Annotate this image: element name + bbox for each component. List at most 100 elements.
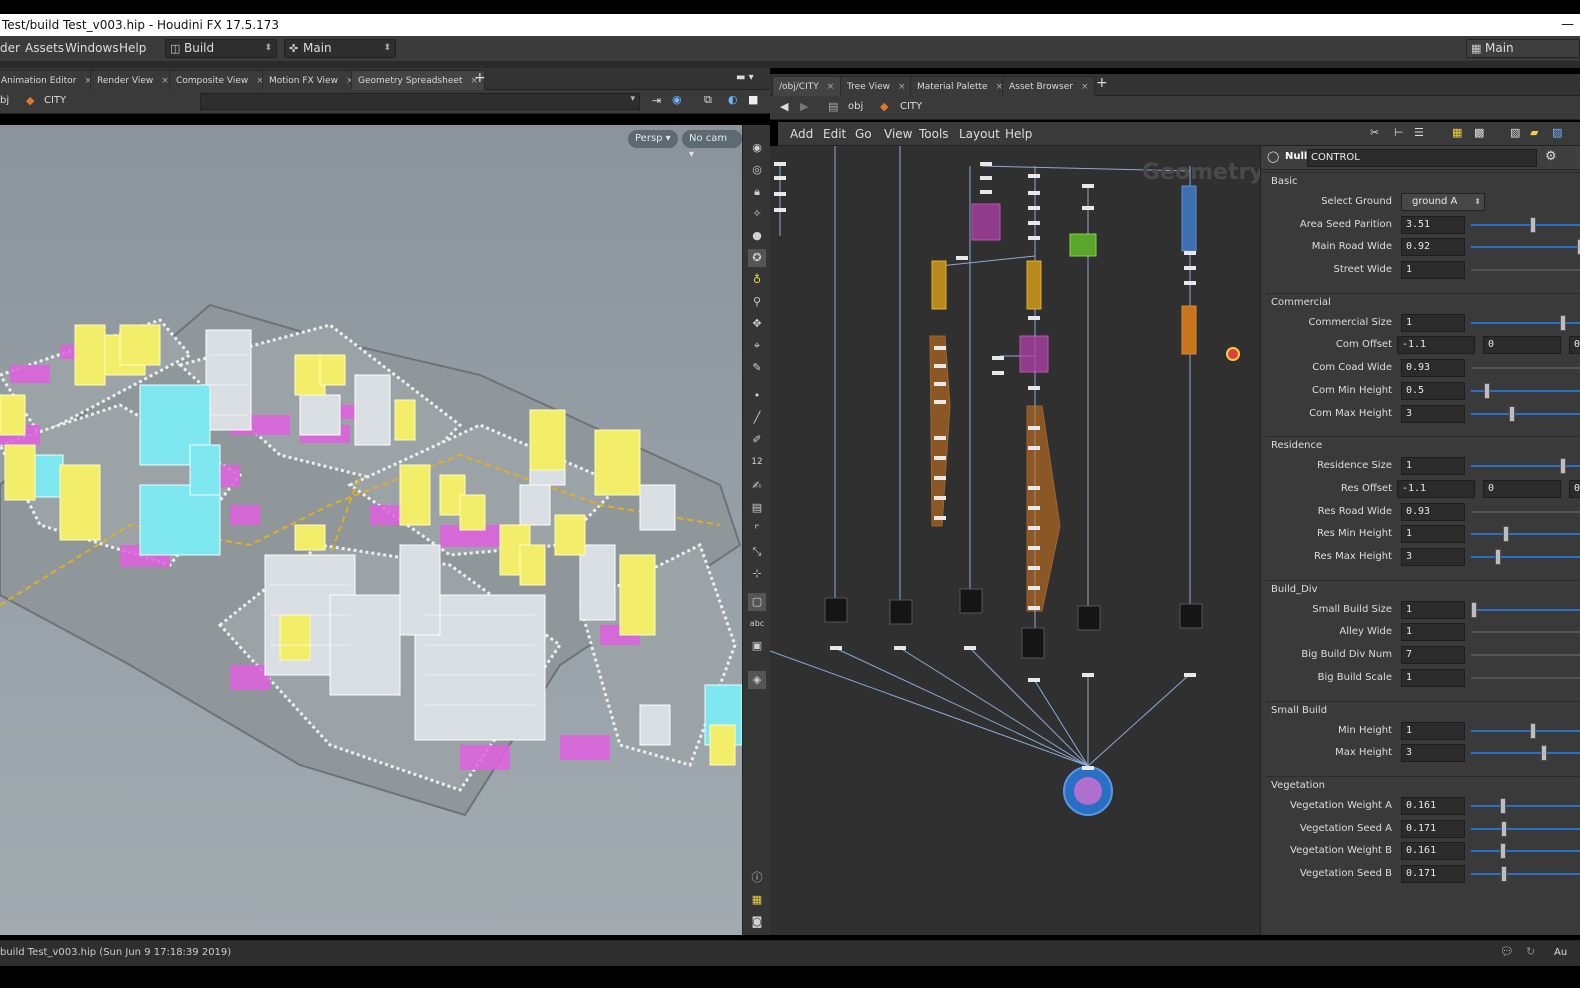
image-icon[interactable]: ▧ [1510,126,1520,139]
number-icon[interactable]: 12 [748,453,766,471]
param-field[interactable]: 1 [1401,313,1465,332]
display-icon[interactable]: ◐ [728,93,738,106]
refresh-icon[interactable]: ↻ [1526,945,1535,958]
path-obj[interactable]: obj [848,101,863,112]
param-slider[interactable] [1471,367,1580,370]
path-obj[interactable]: bj [0,95,9,106]
minimize-button[interactable]: — [1561,14,1574,36]
param-slider[interactable] [1471,798,1580,814]
info-icon[interactable]: ⓘ [748,869,766,887]
slider-knob[interactable] [1530,216,1537,233]
background-image-icon[interactable]: ▨ [1552,126,1562,139]
slider-knob[interactable] [1494,549,1501,566]
param-slider[interactable] [1471,631,1580,634]
brush-icon[interactable]: ✍ [748,477,766,495]
tab-material-palette[interactable]: Material Palette × [910,76,1011,96]
light-icon[interactable]: ✪ [748,249,766,267]
text-tool-icon[interactable]: abc [748,615,766,633]
param-field[interactable]: 1 [1401,721,1465,740]
line-icon[interactable]: ╱ [748,409,766,427]
chat-icon[interactable]: 💬︎ [1500,945,1514,958]
param-slider[interactable] [1471,314,1580,331]
snap-icon[interactable]: ⌖ [748,337,766,355]
menu-layout[interactable]: Layout [959,127,1000,141]
tab-asset-browser[interactable]: Asset Browser × [1002,76,1096,96]
param-slider[interactable] [1471,654,1580,657]
add-tab-icon[interactable]: + [1096,75,1108,91]
back-arrow-icon[interactable]: ◀ [780,100,788,113]
tree-icon[interactable]: ⊢ [1394,126,1404,139]
snap-icon[interactable]: ⧉ [704,93,712,107]
tile-icon[interactable]: ▩ [1474,126,1484,139]
menu-edit[interactable]: Edit [823,127,846,141]
tab-motion-fx-view[interactable]: Motion FX View × [262,70,361,90]
param-field[interactable]: 0.161 [1401,797,1465,815]
param-slider[interactable] [1471,458,1580,475]
slider-knob[interactable] [1530,722,1537,739]
gear-icon[interactable]: ⚙ [1545,149,1557,164]
dot-icon[interactable]: • [748,387,766,405]
measure-icon[interactable]: ⤡ [748,543,766,561]
tab-animation-editor[interactable]: Animation Editor × [0,70,99,90]
bulb-icon[interactable]: ♁ [748,271,766,289]
param-slider[interactable] [1471,216,1580,233]
shelf-combo[interactable]: ✜ Main ⬍ [284,39,396,58]
path-city[interactable]: CITY [44,95,66,106]
list-icon[interactable]: ☰ [1414,126,1424,139]
param-field[interactable]: 0.93 [1401,502,1465,521]
slider-knob[interactable] [1501,866,1508,883]
param-slider[interactable] [1471,866,1580,883]
link-icon[interactable]: ◉ [672,93,682,106]
tab-geometry-spreadsheet[interactable]: Geometry Spreadsheet × [351,70,485,90]
ghost-icon[interactable]: ◎ [748,161,766,179]
close-icon[interactable]: × [161,76,169,86]
param-field[interactable]: 1 [1401,623,1465,642]
slider-knob[interactable] [1471,601,1477,618]
vec-y-field[interactable]: 0 [1483,479,1561,498]
menu-help[interactable]: Help [119,41,146,55]
select-ground-dropdown[interactable]: ground A ⬍ [1401,193,1485,211]
param-slider[interactable] [1471,722,1580,739]
slider-knob[interactable] [1559,458,1566,475]
camera-dropdown[interactable]: No cam ▾ [682,130,742,160]
pane-menu-icon[interactable]: ▬ ▾ [736,72,754,83]
slider-knob[interactable] [1559,314,1566,331]
grid-icon[interactable]: ▤ [748,499,766,517]
vec-y-field[interactable]: 0 [1483,336,1561,355]
param-field[interactable]: 0.161 [1401,842,1465,861]
path-city[interactable]: CITY [900,101,922,112]
background-icon[interactable]: ◈ [748,671,766,689]
scene-viewport[interactable]: Persp ▾ No cam ▾ [0,125,742,935]
param-field[interactable]: 3 [1401,404,1465,423]
tab-render-view[interactable]: Render View × [90,70,176,90]
auto-update-label[interactable]: Au [1554,947,1567,958]
slider-knob[interactable] [1483,382,1490,399]
vec-z-field[interactable]: 0 [1569,479,1580,498]
add-tab-icon[interactable]: + [474,70,486,86]
param-field[interactable]: 1 [1401,600,1465,619]
tab-network-obj-city[interactable]: /obj/CITY × [772,76,842,96]
param-slider[interactable] [1471,269,1580,272]
lock-icon[interactable]: 🔒︎ [748,183,766,201]
param-slider[interactable] [1471,843,1580,860]
param-slider[interactable] [1471,382,1580,399]
box-icon[interactable]: ▢ [748,593,766,611]
transform-icon[interactable]: ✥ [748,315,766,333]
snapshot-icon[interactable]: ◙ [748,913,766,931]
right-desktop-combo[interactable]: ▦ Main [1466,39,1580,58]
sticky-note-icon[interactable]: ▰ [1530,126,1538,139]
forward-arrow-icon[interactable]: ▶ [800,100,808,113]
param-field[interactable]: 0.5 [1401,381,1465,400]
param-slider[interactable] [1471,745,1580,762]
menu-go[interactable]: Go [855,127,872,141]
param-slider[interactable] [1471,676,1580,679]
param-field[interactable]: 3.51 [1401,215,1465,234]
param-field[interactable]: 3 [1401,744,1465,763]
param-field[interactable]: 1 [1401,668,1465,687]
slider-knob[interactable] [1500,798,1507,814]
param-field[interactable]: 1 [1401,261,1465,280]
param-slider[interactable] [1471,405,1580,422]
param-slider[interactable] [1471,820,1580,837]
network-editor[interactable]: Geometry [770,146,1260,935]
slider-knob[interactable] [1541,745,1548,762]
